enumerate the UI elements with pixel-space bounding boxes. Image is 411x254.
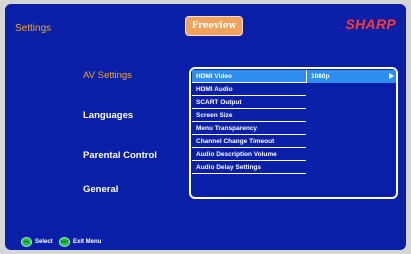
menu-item-hdmi-video[interactable]: HDMI Video	[192, 70, 306, 83]
category-languages[interactable]: Languages	[83, 110, 133, 121]
select-hint-label: Select	[35, 239, 53, 245]
category-av-settings[interactable]: AV Settings	[83, 70, 132, 81]
exit-button-icon[interactable]: EXIT	[59, 237, 70, 247]
settings-menu-list: HDMI Video HDMI Audio SCART Output Scree…	[192, 70, 306, 174]
menu-item-hdmi-audio[interactable]: HDMI Audio	[192, 83, 306, 96]
ok-button-icon[interactable]: OK	[21, 237, 32, 247]
right-arrow-icon[interactable]	[389, 73, 394, 79]
menu-item-channel-change-timeout[interactable]: Channel Change Timeout	[192, 135, 306, 148]
menu-item-scart-output[interactable]: SCART Output	[192, 96, 306, 109]
selected-value: 1080p	[311, 73, 330, 80]
sharp-logo: SHARP	[345, 16, 396, 32]
menu-item-audio-delay-settings[interactable]: Audio Delay Settings	[192, 161, 306, 174]
settings-panel: HDMI Video HDMI Audio SCART Output Scree…	[189, 67, 398, 199]
settings-screen: Settings Freeview SHARP AV Settings Lang…	[5, 4, 406, 250]
exit-hint-label: Exit Menu	[73, 239, 102, 245]
page-title: Settings	[15, 23, 52, 34]
selected-value-box[interactable]: 1080p	[306, 70, 396, 83]
category-parental-control[interactable]: Parental Control	[83, 150, 157, 161]
menu-item-audio-description-volume[interactable]: Audio Description Volume	[192, 148, 306, 161]
freeview-logo: Freeview	[185, 16, 243, 36]
menu-item-screen-size[interactable]: Screen Size	[192, 109, 306, 122]
exit-hint: EXIT Exit Menu	[59, 237, 101, 247]
category-general[interactable]: General	[83, 184, 118, 195]
select-hint: OK Select	[21, 237, 53, 247]
menu-item-menu-transparency[interactable]: Menu Transparency	[192, 122, 306, 135]
